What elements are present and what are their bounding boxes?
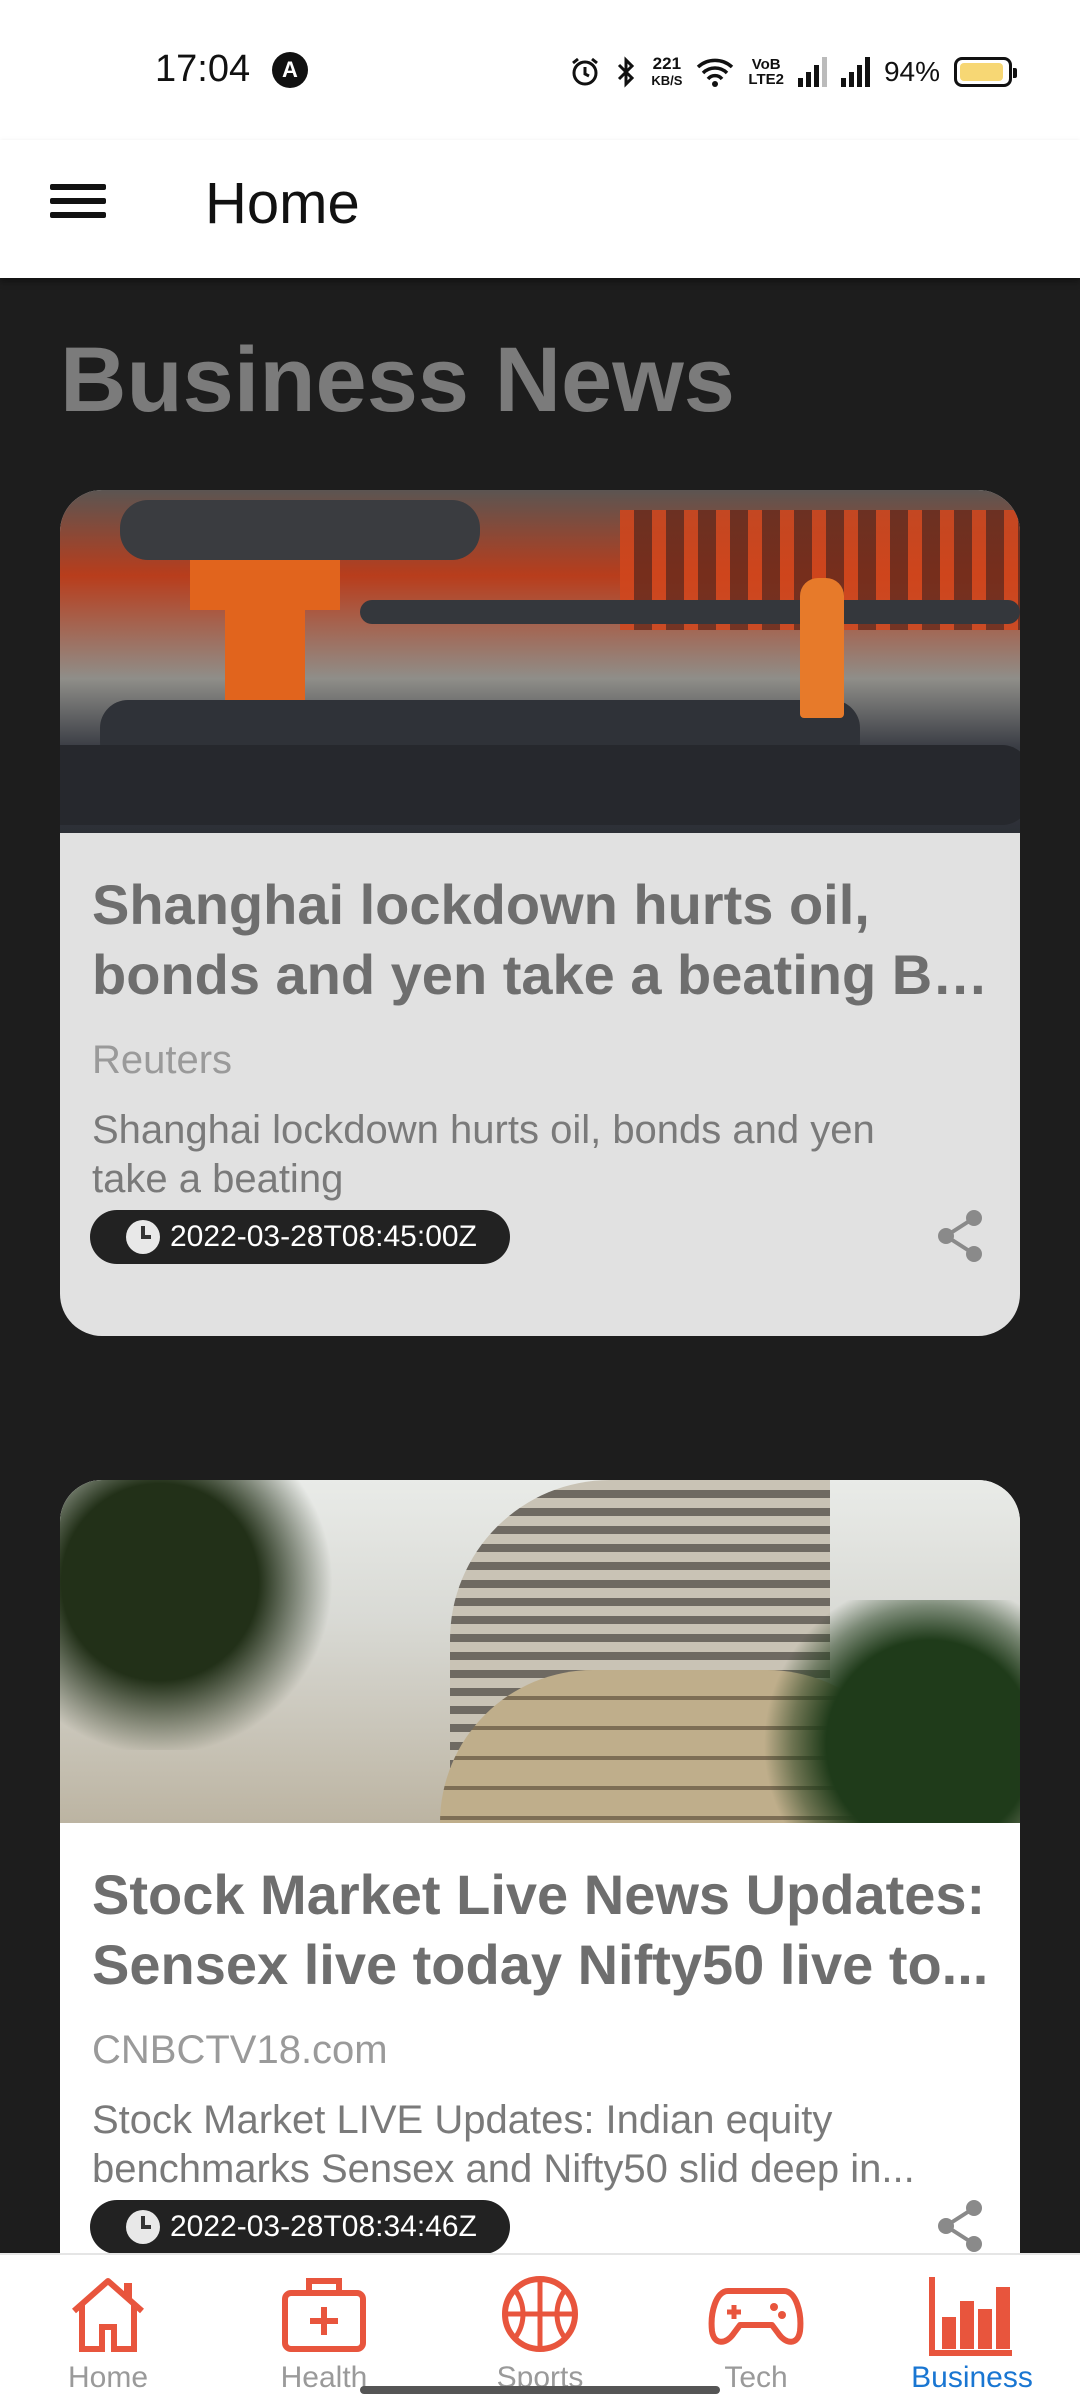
gamepad-icon: [708, 2288, 804, 2345]
status-icons: 221 KB/S VoB LTE2 94%: [569, 50, 1017, 94]
lte-label: LTE2: [748, 71, 784, 88]
article-title-line: Shanghai lockdown hurts oil,: [92, 873, 870, 936]
signal-strength-icon-2: [840, 57, 870, 87]
status-time: 17:04: [155, 48, 251, 90]
battery-level-fill: [960, 63, 1004, 81]
volte-label: VoB: [751, 56, 781, 73]
nav-label-home: Home: [67, 2361, 149, 2394]
article-image: [60, 490, 1020, 833]
article-title-line: Sensex live today Nifty50 live to...: [92, 1933, 989, 1996]
article-description: Shanghai lockdown hurts oil, bonds and y…: [92, 1106, 972, 1204]
app-bar: Home: [0, 140, 1080, 278]
article-title[interactable]: Shanghai lockdown hurts oil, bonds and y…: [92, 870, 992, 1010]
article-image: [60, 1480, 1020, 1823]
published-time: 2022-03-28T08:34:46Z: [170, 2210, 477, 2243]
nav-item-home[interactable]: Home: [0, 2255, 216, 2400]
nav-item-health[interactable]: Health: [216, 2255, 432, 2400]
published-time: 2022-03-28T08:45:00Z: [170, 1220, 477, 1253]
bluetooth-icon: [618, 56, 635, 88]
section-title: Business News: [60, 329, 735, 431]
alarm-icon: [572, 57, 599, 86]
status-bar: 17:04 A 221 KB/S VoB LTE2 94%: [0, 0, 1080, 140]
clock-icon: [126, 1220, 160, 1254]
published-time-badge: 2022-03-28T08:34:46Z: [90, 2200, 510, 2253]
network-speed: 221 KB/S: [651, 55, 682, 89]
article-description-line: Stock Market LIVE Updates: Indian equity: [92, 2098, 833, 2142]
home-indicator[interactable]: [360, 2386, 720, 2394]
article-description: Stock Market LIVE Updates: Indian equity…: [92, 2096, 972, 2194]
app-notification-icon: A: [272, 52, 308, 88]
article-title[interactable]: Stock Market Live News Updates: Sensex l…: [92, 1860, 992, 2000]
battery-percent: 94%: [883, 56, 940, 87]
hamburger-menu-icon[interactable]: [50, 176, 110, 236]
share-icon[interactable]: [934, 2198, 986, 2253]
news-feed[interactable]: Business News Shanghai lockdown hurts oi…: [0, 278, 1080, 2253]
published-time-badge: 2022-03-28T08:45:00Z: [90, 1210, 510, 1264]
clock-icon: [126, 2210, 160, 2244]
basketball-icon: [502, 2276, 578, 2352]
bar-chart-icon: [929, 2277, 1012, 2356]
article-source: Reuters: [92, 1038, 233, 1082]
article-source: CNBCTV18.com: [92, 2028, 388, 2072]
news-card[interactable]: Stock Market Live News Updates: Sensex l…: [60, 1480, 1020, 2253]
bottom-navigation: Home Health Sports Tech Business: [0, 2253, 1080, 2400]
article-description-line: Shanghai lockdown hurts oil, bonds and y…: [92, 1108, 875, 1152]
article-title-line: bonds and yen take a beating By ...: [92, 943, 992, 1006]
news-card[interactable]: Shanghai lockdown hurts oil, bonds and y…: [60, 490, 1020, 1336]
medical-kit-icon: [282, 2278, 366, 2352]
share-icon[interactable]: [934, 1208, 986, 1264]
article-description-line: take a beating: [92, 1157, 344, 1201]
article-title-line: Stock Market Live News Updates:: [92, 1863, 986, 1926]
house-icon: [72, 2278, 144, 2352]
page-title: Home: [205, 171, 360, 236]
network-speed-unit: KB/S: [651, 73, 683, 88]
signal-strength-icon-1: [797, 57, 827, 87]
nav-item-sports[interactable]: Sports: [432, 2255, 648, 2400]
nav-item-tech[interactable]: Tech: [648, 2255, 864, 2400]
article-description-line: benchmarks Sensex and Nifty50 slid deep …: [92, 2147, 915, 2191]
volte-indicator: VoB LTE2: [748, 57, 784, 87]
nav-item-business[interactable]: Business: [864, 2255, 1080, 2400]
battery-icon: [954, 57, 1017, 87]
nav-label-business: Business: [911, 2361, 1033, 2394]
network-speed-value: 221: [652, 54, 682, 73]
wifi-icon: [697, 58, 734, 87]
